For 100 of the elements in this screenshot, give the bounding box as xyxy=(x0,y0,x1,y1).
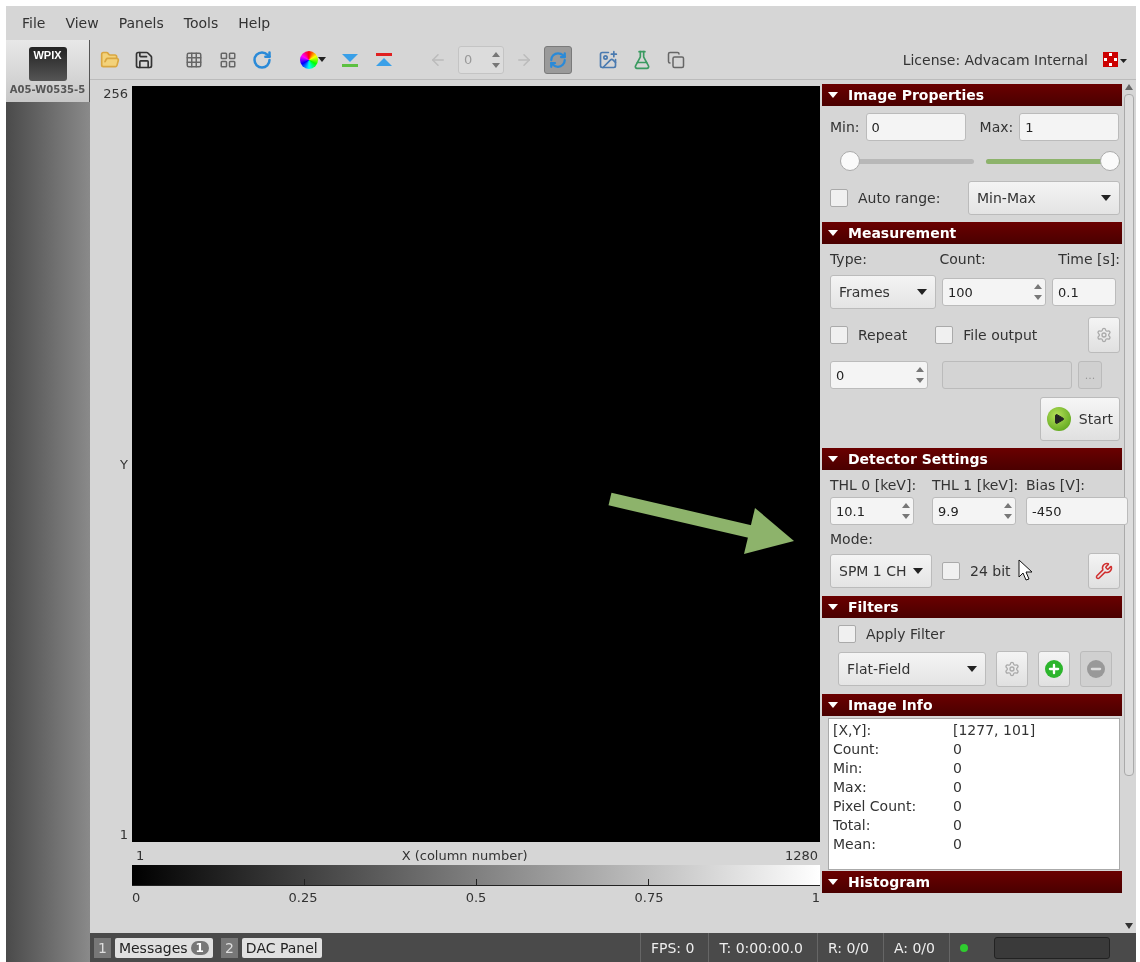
sync-icon[interactable] xyxy=(544,45,572,74)
slider-handle[interactable] xyxy=(840,151,860,171)
axis-label: 1280 xyxy=(784,848,818,863)
field-label: Mode: xyxy=(830,531,874,547)
slider-handle[interactable] xyxy=(1100,151,1120,171)
section-header[interactable]: Histogram xyxy=(822,871,1122,893)
dropdown[interactable]: Frames xyxy=(830,275,936,309)
field-label: Type: xyxy=(830,251,867,267)
section-header[interactable]: Image Info xyxy=(822,694,1122,716)
device-logo: WPIX xyxy=(33,49,62,61)
table-cell-text: Count: xyxy=(833,740,881,759)
menu-item[interactable]: File xyxy=(14,11,54,35)
checkbox[interactable] xyxy=(830,189,848,207)
axis-title: X (column number) xyxy=(401,848,528,863)
status-text: A: 0/0 xyxy=(882,933,945,962)
expand-triangle-icon[interactable] xyxy=(828,700,838,710)
expand-triangle-icon[interactable] xyxy=(828,602,838,612)
spin-arrows-icon[interactable] xyxy=(902,502,910,520)
expand-triangle-icon[interactable] xyxy=(828,454,838,464)
field-label: Time [s]: xyxy=(1058,251,1120,267)
table-cell-text: 0 xyxy=(953,797,963,816)
scale-label: 1 xyxy=(811,890,820,905)
remove-button[interactable] xyxy=(1080,651,1112,687)
input-field[interactable]: 0.1 xyxy=(1052,278,1116,306)
table-cell-text: Mean: xyxy=(833,835,877,854)
scrollbar-thumb[interactable] xyxy=(1124,94,1134,776)
table-cell-text: 0 xyxy=(953,740,963,759)
scroll-up-icon[interactable] xyxy=(1125,84,1133,90)
table-cell-text: Max: xyxy=(833,778,868,797)
settings-button[interactable] xyxy=(996,651,1028,687)
section-header[interactable]: Image Properties xyxy=(822,84,1122,106)
section-header[interactable]: Filters xyxy=(822,596,1122,618)
input-field[interactable]: -450 xyxy=(1026,497,1128,525)
dropdown[interactable]: Min-Max xyxy=(968,181,1120,215)
field-label: THL 1 [keV]: xyxy=(932,477,1020,493)
input-field[interactable]: 1 xyxy=(1019,113,1120,141)
tab-number: 1 xyxy=(94,937,111,958)
table-cell-text: Min: xyxy=(833,759,864,778)
menu-item[interactable]: View xyxy=(57,11,107,35)
mouse-cursor-icon xyxy=(1018,559,1034,581)
number-field[interactable]: 10.1 xyxy=(830,497,914,525)
settings-button[interactable] xyxy=(1088,317,1120,353)
minus-icon xyxy=(1087,660,1105,678)
number-field[interactable]: 100 xyxy=(942,278,1046,306)
menu-item[interactable]: Tools xyxy=(175,11,227,35)
menu-item[interactable]: Help xyxy=(230,11,279,35)
panel-tab[interactable]: DAC Panel xyxy=(241,937,322,958)
axis-label: 256 xyxy=(103,86,128,101)
expand-triangle-icon[interactable] xyxy=(828,877,838,887)
table-cell-text: 0 xyxy=(953,759,963,778)
table-cell-text: Total: xyxy=(833,816,872,835)
tab-number: 2 xyxy=(220,937,238,958)
field-label: THL 0 [keV]: xyxy=(830,477,918,493)
slider[interactable] xyxy=(986,151,1120,171)
status-text: T: 0:00:00.0 xyxy=(708,933,813,962)
add-button[interactable] xyxy=(1038,651,1070,687)
menu-item[interactable]: Panels xyxy=(110,11,172,35)
section-header[interactable]: Measurement xyxy=(822,222,1122,244)
number-field[interactable]: 0 xyxy=(830,361,928,389)
checkbox-label: Apply Filter xyxy=(866,626,945,642)
wrench-icon xyxy=(1095,562,1113,580)
tools-button[interactable] xyxy=(1088,553,1120,589)
table-cell-text: [1277, 101] xyxy=(953,721,1037,740)
dropdown[interactable]: SPM 1 CH xyxy=(830,554,932,588)
spin-arrows-icon[interactable] xyxy=(1004,502,1012,520)
field-label: Bias [V]: xyxy=(1026,477,1087,493)
checkbox[interactable] xyxy=(942,562,960,580)
slider[interactable] xyxy=(840,151,974,171)
input-field[interactable]: 0 xyxy=(865,113,966,141)
scroll-down-icon[interactable] xyxy=(1125,923,1133,929)
panel-tab[interactable]: Messages 1 xyxy=(114,937,213,958)
axis-label: 1 xyxy=(119,827,128,842)
number-field[interactable]: 9.9 xyxy=(932,497,1016,525)
status-text: FPS: 0 xyxy=(640,933,705,962)
table-cell-text: 0 xyxy=(953,816,963,835)
table-cell-text: Pixel Count: xyxy=(833,797,918,816)
dropdown[interactable]: Flat-Field xyxy=(838,652,986,686)
input-field[interactable] xyxy=(942,361,1072,389)
checkbox[interactable] xyxy=(935,326,954,344)
checkbox[interactable] xyxy=(838,625,856,643)
checkbox-label: Auto range: xyxy=(858,190,941,206)
dropdown-caret-icon xyxy=(917,289,927,295)
scale-label: 0.25 xyxy=(288,890,318,905)
dropdown-caret-icon xyxy=(1101,195,1111,201)
dropdown-caret-icon xyxy=(967,666,977,672)
scale-label: 0 xyxy=(132,890,141,905)
gear-icon xyxy=(1096,327,1112,343)
spin-arrows-icon[interactable] xyxy=(916,366,924,384)
section-header[interactable]: Detector Settings xyxy=(822,448,1122,470)
spin-arrows-icon[interactable] xyxy=(1034,283,1042,301)
device-tile[interactable]: WPIX A05-W0535-5 xyxy=(6,40,90,102)
field-label: Max: xyxy=(979,119,1014,135)
spin-arrows-icon[interactable] xyxy=(492,50,500,69)
table-cell-text: [X,Y]: xyxy=(833,721,873,740)
expand-triangle-icon[interactable] xyxy=(828,228,838,238)
checkbox[interactable] xyxy=(830,326,848,344)
table-cell-text: 0 xyxy=(953,778,963,797)
start-button[interactable]: Start xyxy=(1040,397,1120,441)
license-label: License: Advacam Internal xyxy=(902,51,1088,68)
expand-triangle-icon[interactable] xyxy=(828,90,838,100)
